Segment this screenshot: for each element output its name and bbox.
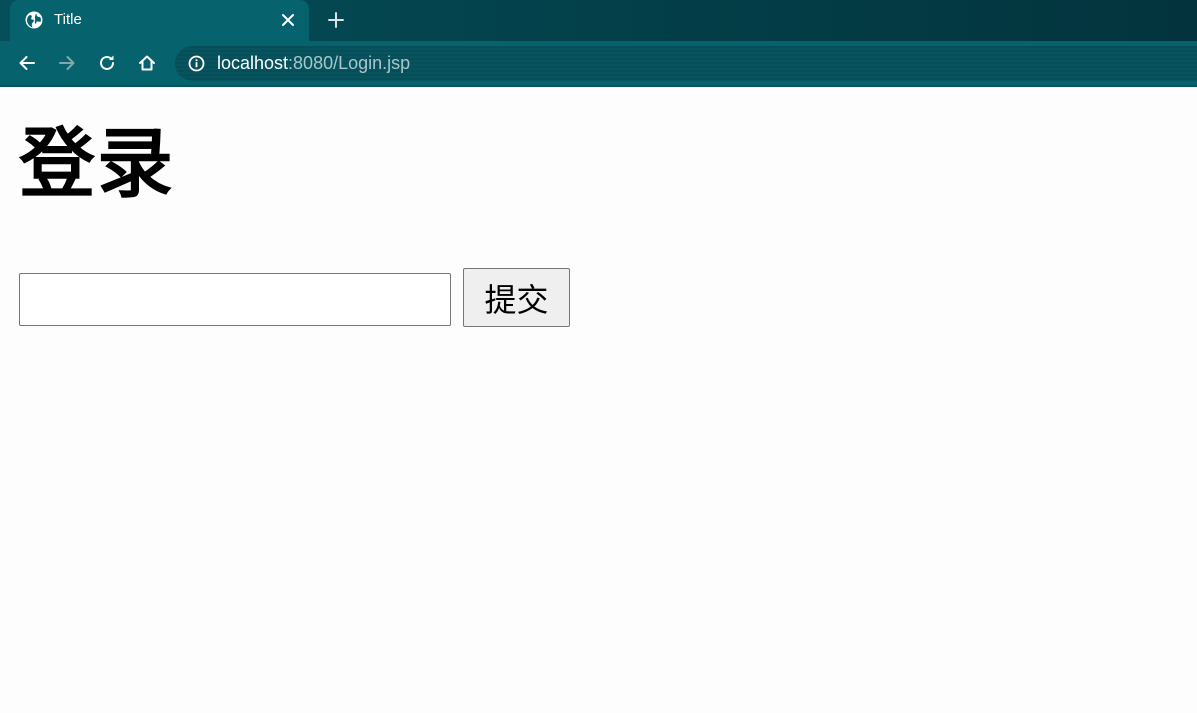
url-path: :8080/Login.jsp <box>288 53 411 73</box>
new-tab-plus-icon[interactable] <box>326 10 346 30</box>
toolbar: localhost:8080/Login.jsp <box>0 41 1197 87</box>
page-content: 登录 提交 <box>0 89 1197 713</box>
home-icon[interactable] <box>137 53 157 73</box>
globe-icon <box>25 11 43 29</box>
page-title: 登录 <box>19 119 175 208</box>
url-text[interactable]: localhost:8080/Login.jsp <box>217 53 410 74</box>
close-icon[interactable] <box>280 12 296 28</box>
tab-strip: Title <box>0 0 1197 41</box>
forward-arrow-icon[interactable] <box>57 53 77 73</box>
browser-window: Title localhost:8080/Login.jsp 登录 提交 <box>0 0 1197 713</box>
active-tab[interactable]: Title <box>10 0 309 41</box>
back-arrow-icon[interactable] <box>17 53 37 73</box>
tab-title: Title <box>54 11 82 28</box>
info-icon[interactable] <box>188 55 205 72</box>
login-input[interactable] <box>19 273 451 326</box>
reload-icon[interactable] <box>97 53 117 73</box>
address-bar[interactable]: localhost:8080/Login.jsp <box>175 46 1197 81</box>
url-host: localhost <box>217 53 289 73</box>
submit-button[interactable]: 提交 <box>463 268 570 327</box>
